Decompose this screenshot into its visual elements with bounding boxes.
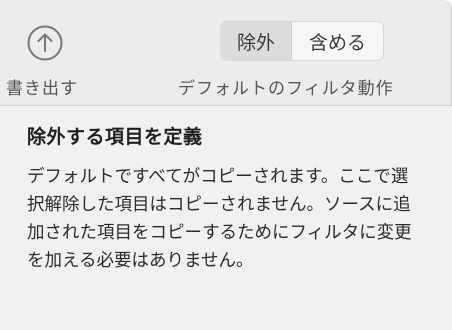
arrow-up-circle-icon bbox=[27, 25, 63, 61]
export-button[interactable]: 書き出す bbox=[0, 14, 100, 100]
default-filter-label: デフォルトのフィルタ動作 bbox=[178, 79, 394, 99]
exclude-segment[interactable]: 除外 bbox=[221, 22, 292, 60]
toolbar: 書き出す 除外 含める デフォルトのフィルタ動作 bbox=[0, 0, 452, 105]
tooltip-title: 除外する項目を定義 bbox=[27, 126, 203, 148]
include-segment[interactable]: 含める bbox=[292, 22, 383, 60]
export-label: 書き出す bbox=[6, 79, 78, 99]
tooltip-body: デフォルトですべてがコピーされます。ここで選択解除した項目はコピーされません。ソ… bbox=[27, 167, 412, 271]
help-tooltip: 除外する項目を定義 デフォルトですべてがコピーされます。ここで選択解除した項目は… bbox=[0, 105, 452, 330]
default-filter-segmented-control[interactable]: 除外 含める bbox=[220, 21, 384, 61]
